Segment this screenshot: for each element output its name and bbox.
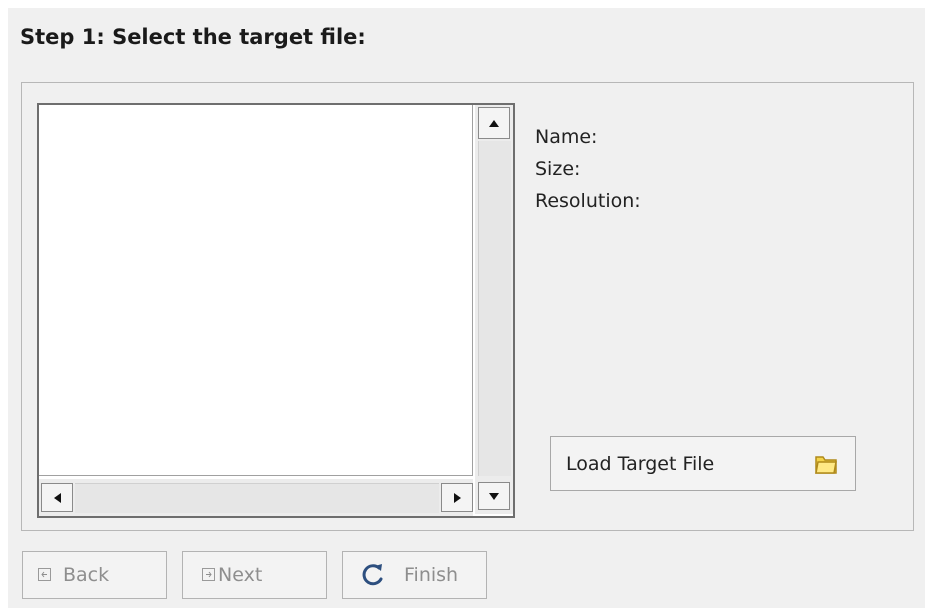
size-label: Size: — [535, 158, 581, 180]
file-info: Name: Size: Resolution: — [535, 121, 641, 217]
next-arrow-icon — [202, 567, 215, 581]
folder-icon — [813, 452, 839, 476]
finish-label: Finish — [404, 564, 459, 586]
resolution-label: Resolution: — [535, 190, 641, 212]
scroll-down-button[interactable] — [478, 482, 510, 510]
scroll-right-button[interactable] — [441, 483, 473, 512]
back-button[interactable]: Back — [22, 551, 167, 599]
next-label: Next — [218, 564, 263, 586]
vertical-scrollbar[interactable] — [475, 105, 513, 514]
load-target-file-label: Load Target File — [566, 452, 715, 475]
scroll-left-arrow-icon — [53, 492, 61, 503]
horizontal-scroll-track[interactable] — [75, 483, 439, 513]
vertical-scroll-track[interactable] — [478, 141, 511, 476]
wizard-dialog: Step 1: Select the target file: Name: Si… — [8, 8, 925, 608]
back-arrow-icon — [38, 567, 51, 581]
scroll-up-arrow-icon — [489, 119, 499, 127]
refresh-icon — [360, 562, 386, 588]
file-preview-area — [39, 105, 473, 476]
scroll-up-button[interactable] — [478, 107, 510, 139]
back-label: Back — [63, 564, 110, 586]
next-button[interactable]: Next — [182, 551, 327, 599]
step-title: Step 1: Select the target file: — [20, 25, 366, 49]
file-preview-frame — [37, 103, 515, 518]
finish-button[interactable]: Finish — [342, 551, 487, 599]
horizontal-scrollbar[interactable] — [39, 479, 473, 516]
scroll-left-button[interactable] — [41, 483, 73, 512]
name-label: Name: — [535, 126, 598, 148]
scroll-right-arrow-icon — [453, 492, 461, 503]
target-file-panel: Name: Size: Resolution: Load Target File — [21, 82, 914, 531]
scroll-down-arrow-icon — [489, 492, 499, 500]
load-target-file-button[interactable]: Load Target File — [550, 436, 856, 491]
